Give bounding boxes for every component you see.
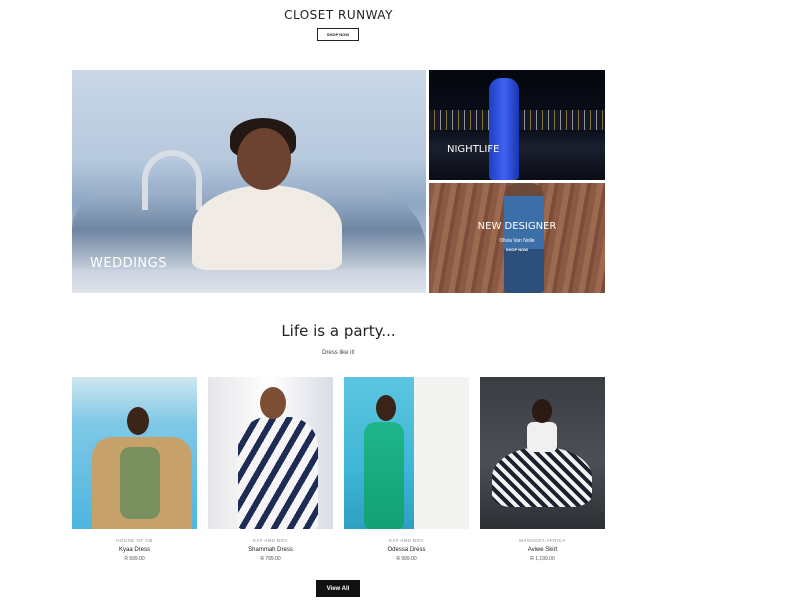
dress-shape bbox=[364, 422, 404, 529]
product-name[interactable]: Shammah Dress bbox=[208, 547, 333, 553]
product-price: R 599.00 bbox=[124, 556, 145, 562]
section-title: Life is a party... bbox=[281, 322, 396, 340]
model-head-shape bbox=[376, 395, 396, 421]
product-name[interactable]: Kyaa Dress bbox=[72, 547, 197, 553]
skirt-shape bbox=[492, 447, 592, 507]
product-card[interactable]: MASHOSA AFRICA Aviwe Skirt R 1,199.00 bbox=[480, 377, 605, 562]
product-card[interactable]: HOUSE OF CB Kyaa Dress R 599.00 bbox=[72, 377, 197, 562]
product-brand: HOUSE OF CB bbox=[116, 538, 153, 543]
product-name[interactable]: Aviwe Skirt bbox=[480, 547, 605, 553]
model-face-image bbox=[237, 128, 291, 190]
product-image[interactable] bbox=[344, 377, 469, 529]
car-chrome-detail bbox=[142, 150, 202, 210]
product-image[interactable] bbox=[480, 377, 605, 529]
top-shape bbox=[527, 422, 557, 452]
hero-collage: WEDDINGS NIGHTLIFE NEW DESIGNER Olivia V… bbox=[72, 70, 605, 293]
product-card[interactable]: KAT AND BOA Shammah Dress R 799.00 bbox=[208, 377, 333, 562]
model-head-shape bbox=[127, 407, 149, 435]
wall-shape bbox=[414, 377, 469, 529]
section-subtitle: Dress like it! bbox=[322, 350, 355, 356]
product-grid: HOUSE OF CB Kyaa Dress R 599.00 KAT AND … bbox=[72, 377, 606, 567]
designer-shop-link[interactable]: SHOP NOW bbox=[429, 247, 605, 252]
product-brand: MASHOSA AFRICA bbox=[519, 538, 566, 543]
product-image[interactable] bbox=[208, 377, 333, 529]
new-designer-tile[interactable]: NEW DESIGNER Olivia Van Nolle SHOP NOW bbox=[429, 183, 605, 293]
product-card[interactable]: KAT AND BOA Odessa Dress R 999.00 bbox=[344, 377, 469, 562]
weddings-label: WEDDINGS bbox=[90, 256, 167, 271]
model-head-shape bbox=[532, 399, 552, 423]
product-image[interactable] bbox=[72, 377, 197, 529]
product-price: R 1,199.00 bbox=[530, 556, 555, 562]
store-title: CLOSET RUNWAY bbox=[284, 8, 393, 22]
product-brand: KAT AND BOA bbox=[388, 538, 425, 543]
blue-dress-image bbox=[489, 78, 519, 180]
nightlife-tile[interactable]: NIGHTLIFE bbox=[429, 70, 605, 180]
product-name[interactable]: Odessa Dress bbox=[344, 547, 469, 553]
model-body-image bbox=[192, 185, 342, 270]
model-head-shape bbox=[260, 387, 286, 419]
new-designer-label: NEW DESIGNER bbox=[477, 221, 557, 232]
nightlife-label: NIGHTLIFE bbox=[447, 144, 500, 155]
weddings-tile[interactable]: WEDDINGS bbox=[72, 70, 426, 293]
shop-now-button[interactable]: SHOP NOW bbox=[317, 28, 359, 41]
product-price: R 999.00 bbox=[396, 556, 417, 562]
product-brand: KAT AND BOA bbox=[252, 538, 289, 543]
dress-shape bbox=[120, 447, 160, 519]
designer-name: Olivia Van Nolle bbox=[499, 238, 535, 244]
view-all-button[interactable]: View All bbox=[316, 580, 360, 597]
product-price: R 799.00 bbox=[260, 556, 281, 562]
dress-shape bbox=[238, 417, 318, 529]
